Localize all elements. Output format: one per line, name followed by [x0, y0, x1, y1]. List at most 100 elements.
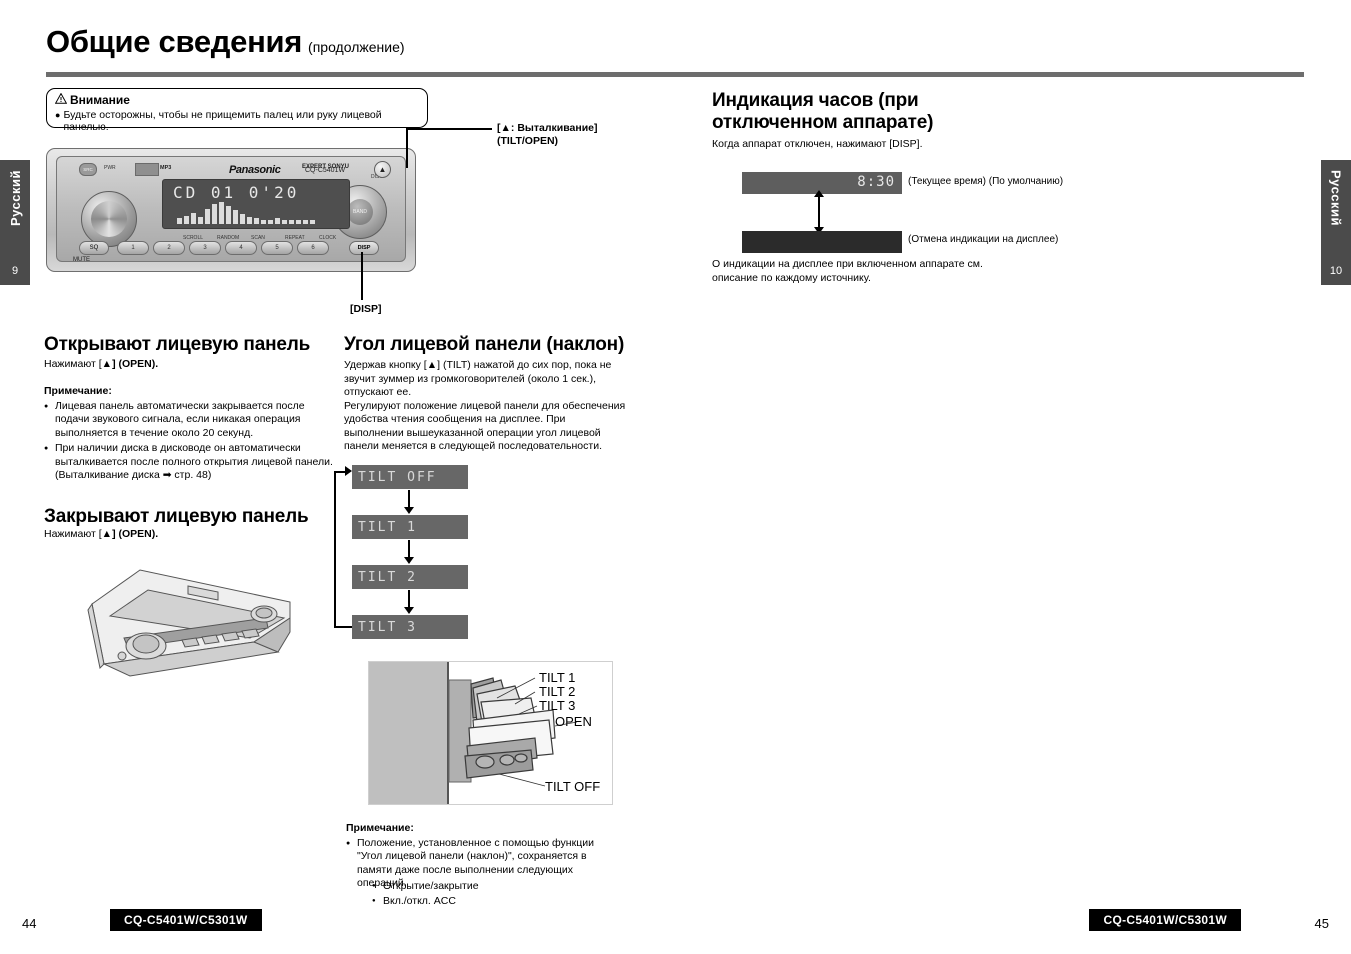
equalizer-bar — [254, 218, 259, 224]
svg-text:TILT 1: TILT 1 — [539, 670, 575, 685]
double-arrow-icon — [814, 190, 824, 234]
svg-text:OPEN: OPEN — [555, 714, 592, 729]
list-item: При наличии диска в дисководе он автомат… — [44, 442, 336, 482]
clock-footer-text: О индикации на дисплее при включенном ап… — [712, 258, 1002, 285]
clock-display-value: 8:30 — [857, 174, 895, 190]
tilt-paragraph-2: Регулируют положение лицевой панели для … — [344, 399, 626, 453]
side-tab-left-page: 9 — [11, 265, 19, 277]
equalizer-bar — [247, 217, 252, 224]
preset-button-6[interactable]: 6 — [297, 241, 329, 255]
stereo-lcd-text: CD 01 0'20 — [173, 183, 300, 202]
title-divider — [46, 72, 1304, 77]
side-tab-right: Русский 10 — [1321, 160, 1351, 285]
equalizer-bar — [219, 201, 224, 224]
preset-button-1[interactable]: 1 — [117, 241, 149, 255]
tilt-sequence-display-3: TILT 3 — [352, 615, 468, 639]
note-list-open: Лицевая панель автоматически закрывается… — [44, 400, 336, 484]
clock-footer-line1: О индикации на дисплее при включенном ап… — [712, 258, 983, 270]
blank-display-caption: (Отмена индикации на дисплее) — [908, 234, 1059, 245]
equalizer-bar — [184, 215, 189, 224]
equalizer-bar — [261, 219, 266, 224]
tilt-positions-diagram: TILT 1 TILT 2 TILT 3 OPEN TILT OFF — [368, 661, 613, 805]
stereo-lcd-display: CD 01 0'20 — [162, 179, 350, 229]
list-item: Лицевая панель автоматически закрывается… — [44, 400, 336, 440]
equalizer-bar — [296, 219, 301, 224]
svg-text:TILT OFF: TILT OFF — [545, 779, 600, 794]
clock-heading-line1: Индикация часов (при — [712, 90, 919, 111]
preset-button-2[interactable]: 2 — [153, 241, 185, 255]
bullet-icon: ● — [55, 110, 61, 120]
equalizer-bar — [177, 218, 182, 224]
eject-icon: ▲ — [101, 528, 113, 540]
equalizer-bars — [177, 201, 315, 224]
open-panel-instruction: Нажимают [▲] (OPEN). — [44, 358, 159, 370]
equalizer-bar — [205, 208, 210, 224]
side-tab-right-page: 10 — [1329, 265, 1343, 277]
clock-footer-line2: описание по каждому источнику. — [712, 271, 871, 284]
tilt-sequence-display-2: TILT 2 — [352, 565, 468, 589]
equalizer-bar — [226, 205, 231, 224]
page-title: Общие сведения (продолжение) — [46, 24, 405, 60]
caution-text: ● Будьте осторожны, чтобы не прищемить п… — [55, 109, 419, 133]
note-heading-tilt: Примечание: — [346, 822, 414, 834]
callout-eject: [▲: Выталкивание] (TILT/OPEN) — [497, 122, 598, 148]
note-heading-open: Примечание: — [44, 385, 112, 397]
warning-triangle-icon — [54, 92, 68, 107]
close-panel-heading: Закрывают лицевую панель — [44, 506, 309, 527]
caution-text-label: Будьте осторожны, чтобы не прищемить пал… — [63, 109, 382, 133]
preset-function-label-clock: CLOCK — [319, 235, 337, 241]
caution-heading-label: Внимание — [70, 93, 130, 107]
equalizer-bar — [212, 204, 217, 224]
loop-line-vertical — [334, 471, 336, 628]
note-sublist-tilt: Открытие/закрытие Вкл./откл. ACC — [372, 880, 612, 911]
callout-eject-line1: [▲: Выталкивание] — [497, 122, 598, 134]
svg-text:TILT 3: TILT 3 — [539, 698, 575, 713]
volume-knob[interactable] — [81, 191, 137, 247]
sequence-arrow-icon — [404, 590, 414, 614]
compact-disc-logo — [135, 163, 159, 176]
equalizer-bar — [275, 218, 280, 224]
loop-arrow-head-icon — [345, 466, 352, 476]
mute-label: MUTE — [73, 257, 90, 263]
equalizer-bar — [198, 217, 203, 224]
src-button[interactable]: SRC — [79, 163, 97, 176]
side-tab-left-label: Русский — [7, 170, 23, 227]
equalizer-bar — [289, 219, 294, 224]
footer-page-left: 44 — [22, 916, 37, 931]
equalizer-bar — [303, 219, 308, 224]
blank-display-strip — [742, 231, 902, 253]
footer-badge-right: CQ-C5401W/C5301W — [1089, 909, 1241, 931]
equalizer-bar — [310, 219, 315, 224]
tilt-sequence-display-1: TILT 1 — [352, 515, 468, 539]
preset-function-label-random: RANDOM — [217, 235, 240, 241]
caution-box: Внимание ● Будьте осторожны, чтобы не пр… — [46, 88, 428, 133]
eject-icon: ▲ — [426, 359, 438, 371]
preset-button-row: 123456 — [117, 241, 329, 255]
close-panel-instruction: Нажимают [▲] (OPEN). — [44, 528, 159, 540]
open-panel-heading: Открывают лицевую панель — [44, 334, 311, 355]
section-close-panel: Закрывают лицевую панель Нажимают [▲] (O… — [44, 506, 330, 542]
disp-button[interactable]: DISP — [349, 241, 379, 255]
preset-button-4[interactable]: 4 — [225, 241, 257, 255]
caution-heading: Внимание — [54, 92, 419, 107]
sq-button[interactable]: SQ — [79, 241, 109, 255]
equalizer-bar — [240, 214, 245, 224]
equalizer-bar — [191, 212, 196, 224]
brand-label: Panasonic — [229, 164, 281, 176]
preset-function-label-repeat: REPEAT — [285, 235, 305, 241]
eject-icon[interactable]: ▲ — [374, 161, 391, 178]
equalizer-bar — [233, 210, 238, 224]
section-clock-display: Индикация часов (при отключенном аппарат… — [712, 90, 1012, 152]
preset-function-label-scan: SCAN — [251, 235, 265, 241]
page-title-main: Общие сведения — [46, 24, 303, 59]
equalizer-bar — [282, 219, 287, 224]
eject-icon: ▲ — [500, 122, 511, 134]
leader-line-disp — [361, 252, 363, 300]
stereo-unit-faceplate: SRC PWR MP3 Panasonic CQ-C5401W EXPERT S… — [56, 156, 406, 263]
side-tab-left: Русский 9 — [0, 160, 30, 285]
tilt-heading: Угол лицевой панели (наклон) — [344, 334, 625, 355]
footer-badge-left: CQ-C5401W/C5301W — [110, 909, 262, 931]
preset-button-5[interactable]: 5 — [261, 241, 293, 255]
preset-button-3[interactable]: 3 — [189, 241, 221, 255]
pwr-label: PWR — [104, 165, 116, 171]
